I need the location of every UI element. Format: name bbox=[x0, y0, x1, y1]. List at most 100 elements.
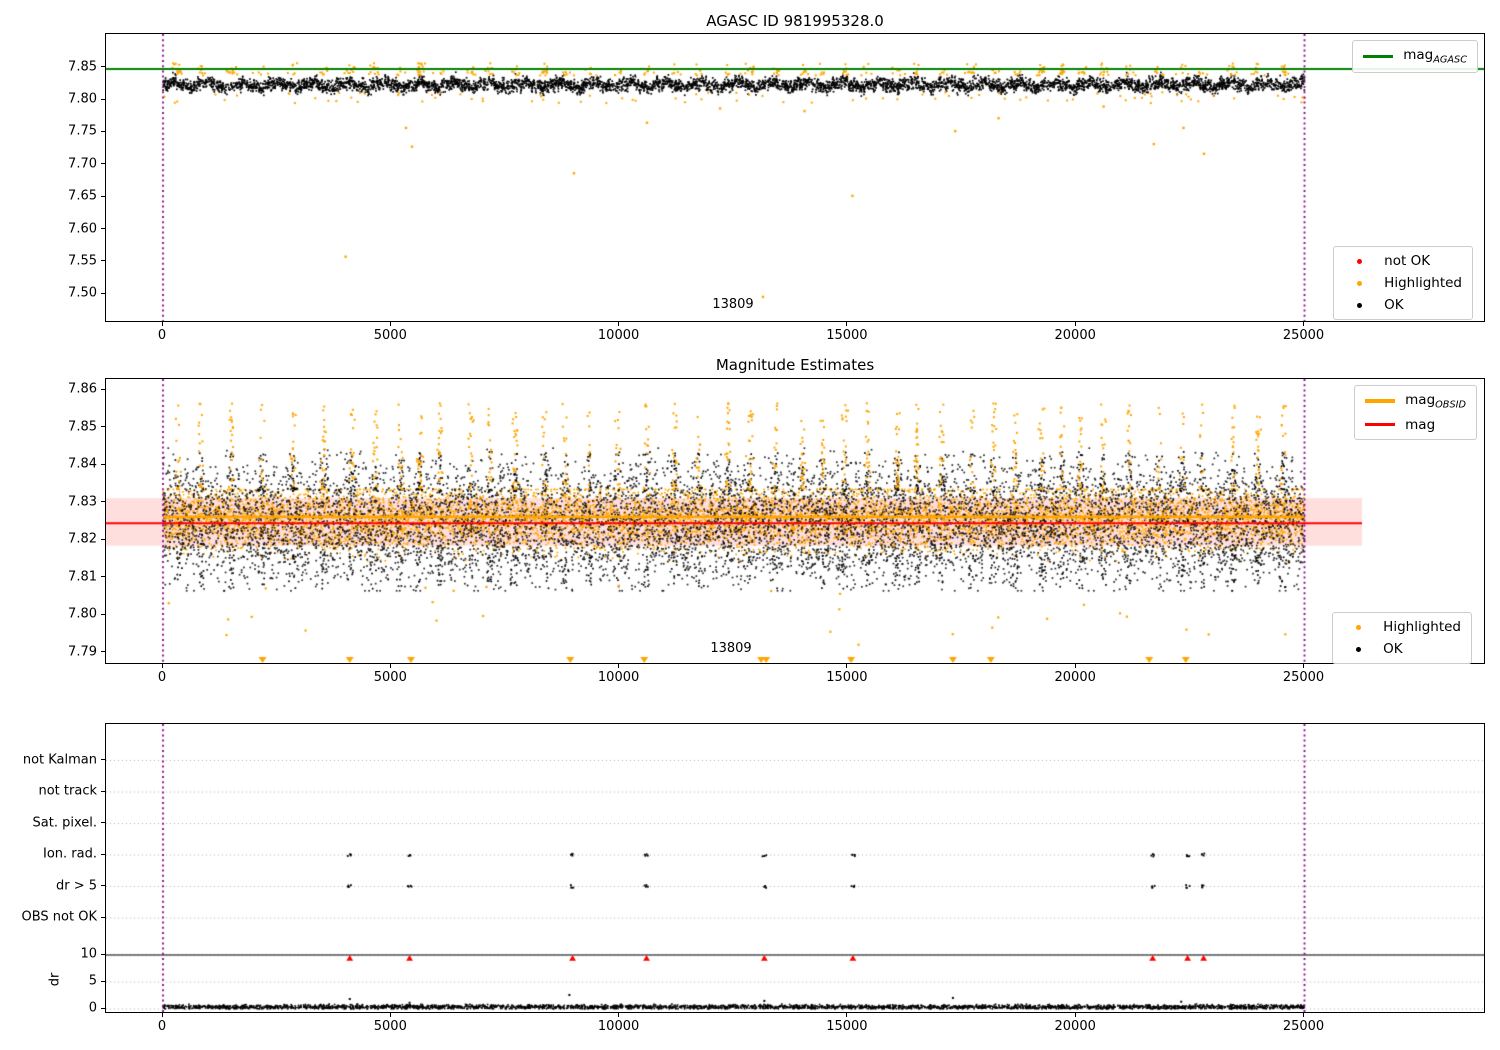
x-tick-label: 15000 bbox=[826, 670, 868, 685]
y-tick bbox=[101, 790, 105, 792]
x-tick bbox=[1074, 1013, 1076, 1017]
y-tick bbox=[101, 260, 105, 262]
legend-label-ok-mid: OK bbox=[1383, 641, 1403, 657]
y-tick-label: 7.80 bbox=[68, 606, 97, 622]
dr-tick-label: 10 bbox=[80, 946, 97, 962]
legend-label-mag-agasc: magAGASC bbox=[1403, 47, 1467, 66]
x-tick-label: 5000 bbox=[373, 670, 407, 685]
legend-label-highlighted-mid: Highlighted bbox=[1383, 619, 1461, 635]
legend-item-highlighted-mid: Highlighted bbox=[1343, 619, 1461, 635]
red-dot-swatch bbox=[1344, 258, 1374, 264]
legend-label-mag-obsid: magOBSID bbox=[1405, 392, 1466, 411]
y-tick bbox=[101, 613, 105, 615]
obsid-annotation-middle: 13809 bbox=[710, 641, 752, 656]
y-tick bbox=[101, 822, 105, 823]
flag-category-label: Sat. pixel. bbox=[32, 815, 97, 830]
x-tick-label: 0 bbox=[157, 1019, 167, 1034]
x-tick bbox=[846, 1013, 848, 1017]
x-tick bbox=[161, 664, 163, 668]
x-tick-label: 15000 bbox=[826, 1019, 868, 1034]
x-tick bbox=[1303, 1013, 1304, 1017]
y-tick bbox=[101, 388, 105, 390]
legend-item-mag: mag bbox=[1365, 417, 1466, 433]
x-tick bbox=[389, 664, 391, 668]
y-tick bbox=[101, 538, 105, 540]
flag-category-label: OBS not OK bbox=[21, 909, 98, 925]
x-tick-label: 15000 bbox=[826, 328, 868, 343]
x-tick bbox=[618, 1013, 620, 1017]
y-tick bbox=[101, 576, 105, 578]
black-dot-swatch bbox=[1343, 646, 1373, 652]
x-tick bbox=[846, 664, 848, 668]
y-tick bbox=[101, 228, 105, 230]
y-tick bbox=[101, 292, 105, 294]
x-tick-label: 25000 bbox=[1282, 328, 1325, 343]
flag-category-label: not Kalman bbox=[22, 752, 97, 767]
y-tick-label: 7.86 bbox=[68, 381, 97, 397]
y-tick bbox=[101, 853, 105, 855]
x-tick bbox=[389, 322, 391, 326]
legend-middle-markers: Highlighted OK bbox=[1332, 612, 1472, 664]
x-tick bbox=[161, 1013, 163, 1017]
figure-canvas: AGASC ID 981995328.0 Magnitude Estimates… bbox=[0, 0, 1500, 1050]
top-plot-title: AGASC ID 981995328.0 bbox=[706, 12, 884, 30]
y-tick-label: 7.80 bbox=[68, 91, 97, 107]
y-tick bbox=[101, 916, 105, 918]
legend-label-ok: OK bbox=[1384, 297, 1404, 313]
y-tick-label: 7.84 bbox=[68, 456, 97, 472]
bottom-plot-scatter bbox=[106, 724, 1484, 1012]
flag-category-label: not track bbox=[38, 783, 97, 799]
middle-plot-scatter bbox=[106, 379, 1484, 663]
middle-plot-title: Magnitude Estimates bbox=[715, 356, 875, 374]
x-tick-label: 10000 bbox=[597, 1019, 640, 1034]
y-tick bbox=[101, 163, 105, 165]
y-tick-label: 7.75 bbox=[68, 123, 97, 139]
legend-label-mag: mag bbox=[1405, 416, 1436, 433]
x-tick-label: 10000 bbox=[597, 670, 640, 685]
x-tick bbox=[1303, 322, 1304, 326]
y-tick-label: 7.50 bbox=[68, 285, 97, 301]
legend-item-mag-agasc: magAGASC bbox=[1363, 47, 1467, 66]
legend-item-mag-obsid: magOBSID bbox=[1365, 392, 1466, 411]
top-plot-frame bbox=[105, 33, 1485, 322]
y-tick bbox=[101, 66, 105, 68]
y-tick-label: 7.79 bbox=[68, 644, 97, 660]
green-line-swatch bbox=[1363, 54, 1394, 58]
x-tick bbox=[1074, 664, 1076, 668]
middle-plot-frame bbox=[105, 378, 1485, 664]
x-tick-label: 25000 bbox=[1282, 670, 1325, 685]
x-tick-label: 20000 bbox=[1054, 328, 1096, 343]
x-tick-label: 10000 bbox=[597, 328, 640, 343]
y-tick bbox=[101, 953, 105, 955]
legend-mag-agasc: magAGASC bbox=[1352, 40, 1478, 73]
flag-category-label: Ion. rad. bbox=[43, 846, 97, 862]
dr-tick-label: 0 bbox=[88, 1000, 97, 1016]
x-tick-label: 0 bbox=[157, 328, 167, 343]
legend-label-not-ok: not OK bbox=[1384, 253, 1431, 269]
orange-dot-swatch bbox=[1343, 624, 1373, 630]
x-tick-label: 5000 bbox=[373, 1019, 407, 1034]
y-tick bbox=[101, 130, 105, 132]
obsid-annotation-top: 13809 bbox=[712, 297, 754, 312]
orange-line-swatch bbox=[1365, 399, 1396, 404]
legend-item-highlighted: Highlighted bbox=[1344, 275, 1462, 291]
y-tick bbox=[101, 651, 105, 653]
y-tick-label: 7.83 bbox=[68, 494, 97, 510]
x-tick-label: 5000 bbox=[373, 328, 407, 343]
dr-tick-label: 5 bbox=[88, 973, 97, 989]
y-tick bbox=[101, 759, 105, 760]
y-tick-label: 7.81 bbox=[68, 569, 97, 585]
bottom-plot-frame bbox=[105, 723, 1485, 1013]
y-tick bbox=[101, 98, 105, 100]
y-tick bbox=[101, 501, 105, 503]
red-line-swatch bbox=[1365, 423, 1396, 427]
legend-item-not-ok: not OK bbox=[1344, 253, 1462, 269]
flag-category-label: dr > 5 bbox=[55, 878, 97, 893]
legend-top-markers: not OK Highlighted OK bbox=[1333, 246, 1473, 320]
y-tick-label: 7.65 bbox=[68, 188, 97, 204]
y-tick-label: 7.55 bbox=[68, 253, 97, 269]
x-tick bbox=[618, 322, 620, 326]
x-tick-label: 20000 bbox=[1054, 1019, 1096, 1034]
y-tick bbox=[101, 1007, 105, 1009]
y-tick-label: 7.82 bbox=[68, 531, 97, 547]
